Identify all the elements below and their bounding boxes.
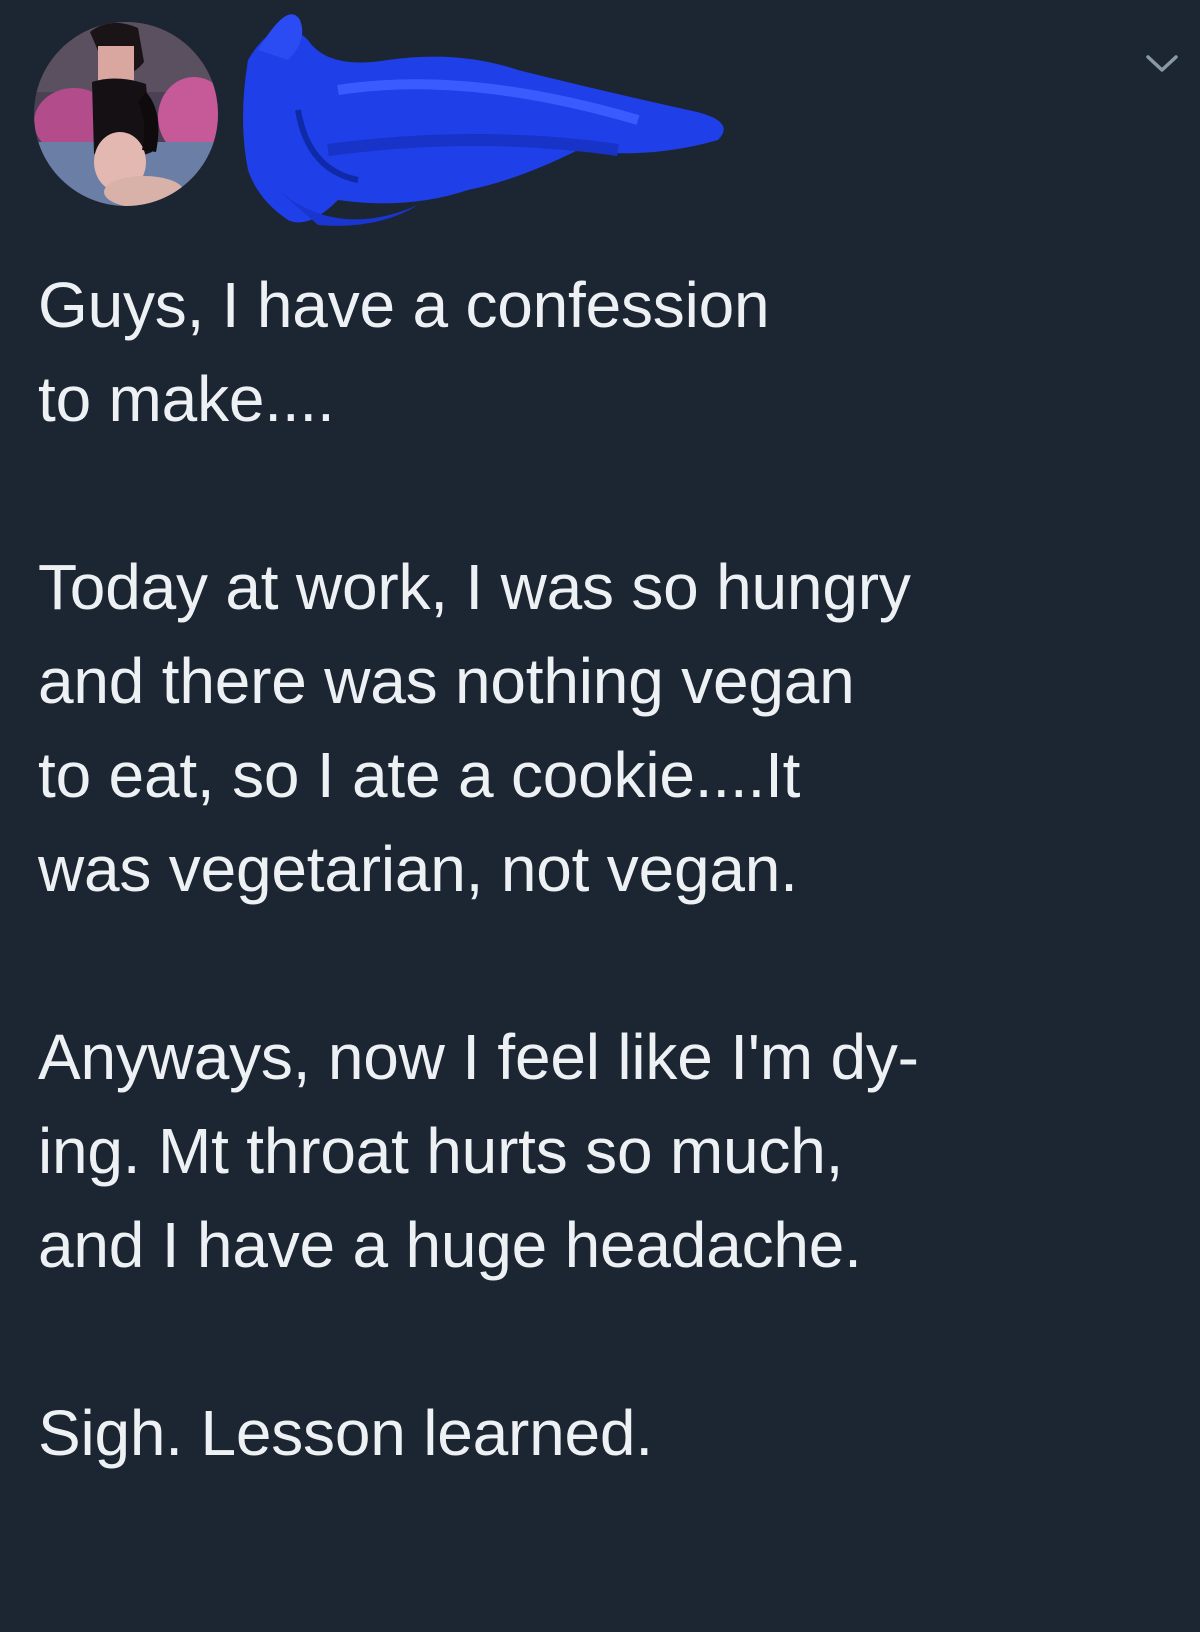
tweet-line: Guys, I have a confession — [38, 269, 770, 341]
tweet-menu-button[interactable] — [1144, 52, 1180, 76]
tweet-line: and I have a huge headache. — [38, 1209, 862, 1281]
tweet-line: and there was nothing vegan — [38, 645, 855, 717]
chevron-down-icon — [1146, 55, 1178, 72]
tweet-line: to eat, so I ate a cookie....It — [38, 739, 801, 811]
tweet-line: Anyways, now I feel like I'm dy- — [38, 1021, 919, 1093]
tweet-text: Guys, I have a confession to make.... To… — [38, 258, 1178, 1480]
avatar[interactable] — [34, 22, 218, 206]
tweet-line: to make.... — [38, 363, 335, 435]
user-avatar-icon — [34, 22, 218, 206]
tweet-paragraph: Sigh. Lesson learned. — [38, 1386, 1178, 1480]
tweet-line: ing. Mt throat hurts so much, — [38, 1115, 844, 1187]
tweet-line: Sigh. Lesson learned. — [38, 1397, 653, 1469]
tweet-paragraph: Guys, I have a confession to make.... — [38, 258, 1178, 446]
tweet-paragraph: Anyways, now I feel like I'm dy- ing. Mt… — [38, 1010, 1178, 1292]
tweet-line: was vegetarian, not vegan. — [38, 833, 798, 905]
tweet-paragraph: Today at work, I was so hungry and there… — [38, 540, 1178, 916]
tweet-line: Today at work, I was so hungry — [38, 551, 911, 623]
blue-scribble-redaction-icon — [243, 14, 724, 226]
tweet-card: Guys, I have a confession to make.... To… — [0, 0, 1200, 1632]
redacted-username — [218, 0, 758, 250]
